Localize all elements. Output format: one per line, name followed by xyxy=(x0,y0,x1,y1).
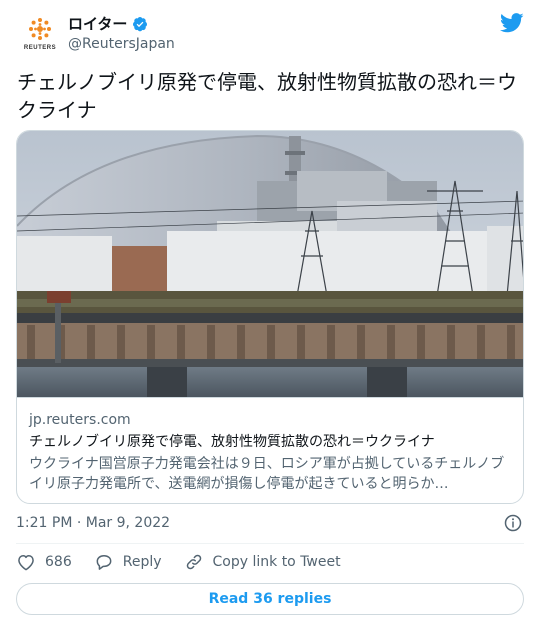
tweet-header: REUTERS ロイター @ReutersJapan xyxy=(0,0,540,60)
card-description: ウクライナ国営原子力発電会社は９日、ロシア軍が占拠しているチェルノブイリ原子力発… xyxy=(29,456,505,492)
card-body[interactable]: jp.reuters.com チェルノブイリ原発で停電、放射性物質拡散の恐れ＝ウ… xyxy=(17,397,523,503)
verified-badge-icon xyxy=(133,16,148,31)
card-domain: jp.reuters.com xyxy=(29,412,131,428)
reuters-logo-icon xyxy=(29,18,51,40)
display-name[interactable]: ロイター xyxy=(68,13,127,34)
chernobyl-plant-photo xyxy=(17,131,523,397)
copy-link-label: Copy link to Tweet xyxy=(212,554,341,570)
action-bar: 686 Reply Copy link to Tweet xyxy=(16,550,524,574)
card-title: チェルノブイリ原発で停電、放射性物質拡散の恐れ＝ウクライナ xyxy=(29,434,435,450)
twitter-bird-icon[interactable] xyxy=(500,13,524,33)
like-count: 686 xyxy=(45,554,72,570)
timestamp[interactable]: 1:21 PM · Mar 9, 2022 xyxy=(16,515,170,531)
copy-link-button[interactable]: Copy link to Tweet xyxy=(184,552,341,572)
timestamp-row: 1:21 PM · Mar 9, 2022 xyxy=(16,512,524,534)
heart-icon xyxy=(18,555,34,571)
tweet-text: チェルノブイリ原発で停電、放射性物質拡散の恐れ＝ウクライナ xyxy=(17,70,517,122)
link-card[interactable]: jp.reuters.com チェルノブイリ原発で停電、放射性物質拡散の恐れ＝ウ… xyxy=(16,130,524,504)
avatar-logo-text: REUTERS xyxy=(23,45,57,51)
avatar[interactable]: REUTERS xyxy=(17,12,63,58)
info-icon[interactable] xyxy=(504,514,522,532)
handle[interactable]: @ReutersJapan xyxy=(68,36,175,52)
link-icon xyxy=(186,554,201,570)
divider xyxy=(16,543,524,544)
reply-button[interactable]: Reply xyxy=(94,552,162,572)
read-replies-button[interactable]: Read 36 replies xyxy=(16,583,524,615)
display-name-row[interactable]: ロイター xyxy=(68,13,148,34)
reply-label: Reply xyxy=(122,554,162,570)
card-image[interactable] xyxy=(17,131,523,397)
like-button[interactable]: 686 xyxy=(16,552,72,572)
reply-bubble-icon xyxy=(96,555,112,570)
